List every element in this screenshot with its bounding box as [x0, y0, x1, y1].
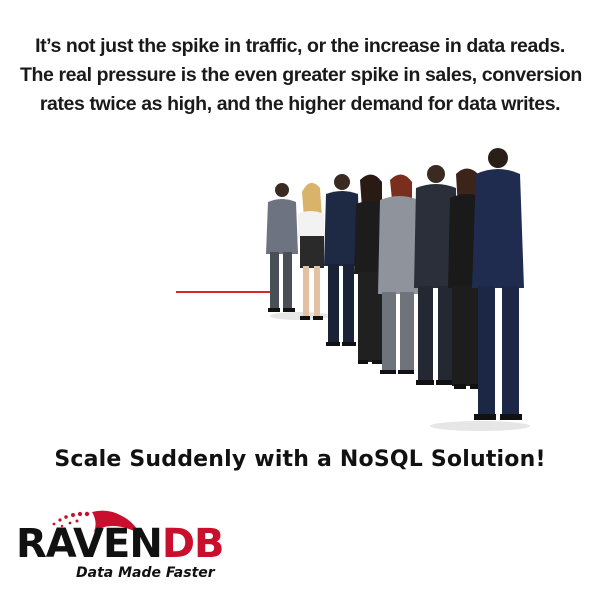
logo-wordmark: RAVENDB [16, 521, 225, 567]
person-2 [298, 182, 324, 320]
headline-line-3: rates twice as high, and the higher dema… [39, 93, 561, 115]
logo-word-db: DB [161, 521, 225, 567]
ravendb-logo[interactable]: RAVENDB Data Made Faster [16, 508, 266, 588]
logo-word-raven: RAVEN [16, 521, 163, 567]
headline-line-2: The real pressure is the even greater sp… [20, 64, 582, 86]
person-1 [266, 183, 298, 312]
logo-slogan: Data Made Faster [76, 565, 215, 581]
person-8 [472, 148, 524, 420]
person-5 [378, 174, 420, 374]
headline-line-1: It’s not just the spike in traffic, or t… [35, 35, 565, 57]
headline-text: It’s not just the spike in traffic, or t… [20, 32, 582, 119]
queue-people-image [266, 148, 530, 431]
tagline: Scale Suddenly with a NoSQL Solution! [54, 447, 546, 472]
